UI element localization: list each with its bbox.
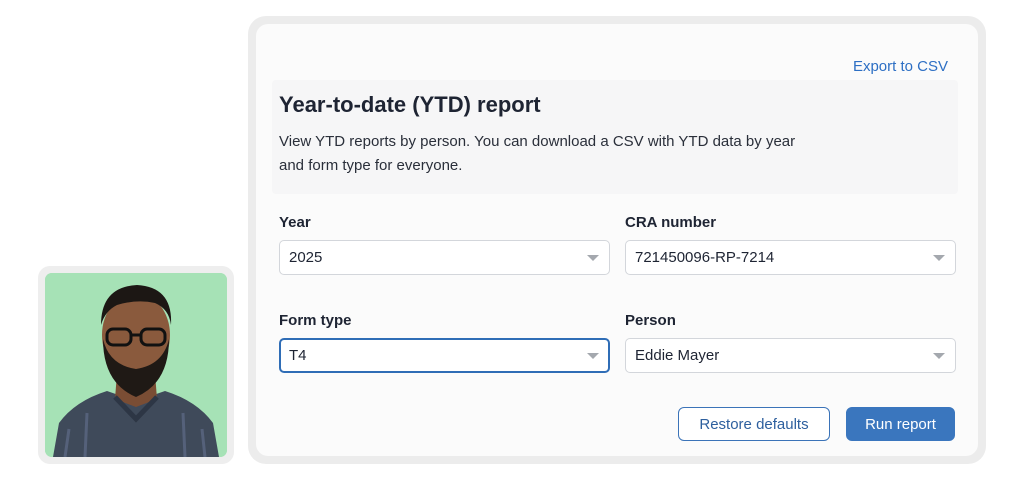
chevron-down-icon bbox=[587, 353, 599, 359]
year-value: 2025 bbox=[289, 249, 323, 266]
page-description: View YTD reports by person. You can down… bbox=[279, 133, 796, 174]
avatar-illustration bbox=[45, 273, 227, 457]
report-panel-frame: Export to CSV Year-to-date (YTD) report … bbox=[248, 16, 986, 464]
person-label: Person bbox=[625, 312, 676, 329]
year-label: Year bbox=[279, 214, 311, 231]
cra-number-select[interactable]: 721450096-RP-7214 bbox=[625, 240, 956, 275]
chevron-down-icon bbox=[933, 255, 945, 261]
export-csv-link[interactable]: Export to CSV bbox=[853, 58, 948, 75]
run-report-button[interactable]: Run report bbox=[846, 407, 955, 441]
cra-number-value: 721450096-RP-7214 bbox=[635, 249, 775, 266]
chevron-down-icon bbox=[933, 353, 945, 359]
avatar-card bbox=[38, 266, 234, 464]
chevron-down-icon bbox=[587, 255, 599, 261]
report-panel: Export to CSV Year-to-date (YTD) report … bbox=[256, 24, 978, 456]
form-type-select[interactable]: T4 bbox=[279, 338, 610, 373]
form-type-label: Form type bbox=[279, 312, 352, 329]
restore-defaults-button[interactable]: Restore defaults bbox=[678, 407, 830, 441]
cra-number-label: CRA number bbox=[625, 214, 717, 231]
form-type-value: T4 bbox=[289, 347, 307, 364]
person-value: Eddie Mayer bbox=[635, 347, 720, 364]
avatar bbox=[45, 273, 227, 457]
person-select[interactable]: Eddie Mayer bbox=[625, 338, 956, 373]
year-select[interactable]: 2025 bbox=[279, 240, 610, 275]
page-title: Year-to-date (YTD) report bbox=[279, 92, 541, 117]
